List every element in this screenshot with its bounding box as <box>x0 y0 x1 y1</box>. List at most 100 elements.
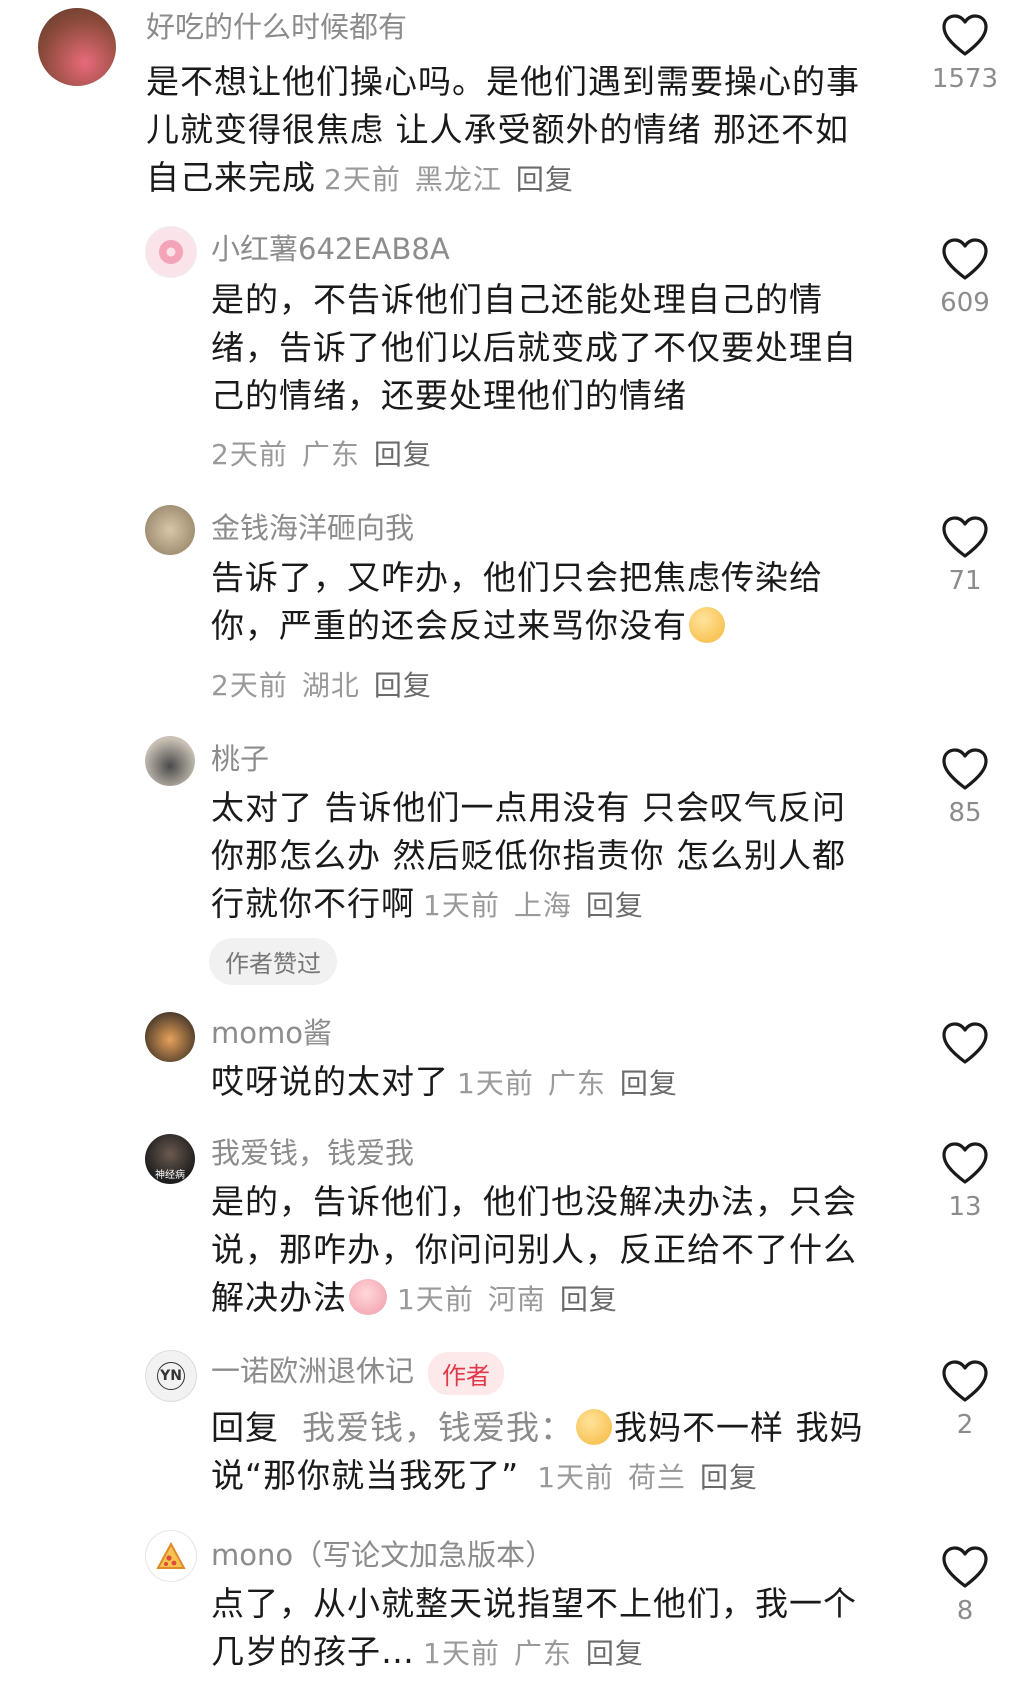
username-text[interactable]: 一诺欧洲退休记 <box>211 1354 414 1388</box>
location: 黑龙江 <box>414 163 502 196</box>
reply-button[interactable]: 回复 <box>586 1637 644 1670</box>
timestamp: 1天前 <box>457 1067 534 1100</box>
reply-target-user[interactable]: 我爱钱，钱爱我： <box>302 1408 574 1447</box>
avatar-logo-text: YN <box>157 1362 185 1390</box>
shocked-face-emoji-icon <box>575 1409 612 1445</box>
comment-text: 哎呀说的太对了 1天前 广东 回复 <box>211 1058 678 1108</box>
username[interactable]: 好吃的什么时候都有 <box>146 4 407 46</box>
avatar[interactable] <box>145 736 195 786</box>
author-liked-badge: 作者赞过 <box>209 938 337 985</box>
username[interactable]: 桃子 <box>211 736 269 778</box>
like-count: 85 <box>948 798 982 828</box>
avatar[interactable] <box>145 505 195 555</box>
comment-line-last: 自己来完成 2天前 黑龙江 回复 <box>146 154 860 204</box>
location: 湖北 <box>301 669 360 702</box>
comment-text: 告诉了，又咋办，他们只会把焦虑传染给 你，严重的还会反过来骂你没有 <box>211 554 823 650</box>
comment-line-text: 几岁的孩子… <box>211 1632 415 1671</box>
like-button[interactable]: 71 <box>930 516 1000 596</box>
pizza-icon <box>156 1541 186 1569</box>
username[interactable]: 小红薯642EAB8A <box>211 226 450 268</box>
comment-line: 点了，从小就整天说指望不上他们，我一个 <box>211 1584 857 1623</box>
comment-line-text: 解决办法 <box>211 1278 347 1317</box>
timestamp: 1天前 <box>537 1461 615 1494</box>
reply-button[interactable]: 回复 <box>374 669 432 702</box>
comment-text: 是的，告诉他们，他们也没解决办法，只会 说，那咋办，你问问别人，反正给不了什么 … <box>211 1178 857 1324</box>
like-button[interactable]: 13 <box>930 1142 1000 1222</box>
comment-line: 说，那咋办，你问问别人，反正给不了什么 <box>211 1230 857 1269</box>
like-button[interactable] <box>930 1022 1000 1066</box>
heart-icon <box>942 238 988 280</box>
reply-button[interactable]: 回复 <box>700 1461 758 1494</box>
comment-line: 太对了 告诉他们一点用没有 只会叹气反问 <box>211 788 846 827</box>
avatar[interactable] <box>145 1012 195 1062</box>
comment-line-last: 解决办法 1天前 河南 回复 <box>211 1274 857 1324</box>
avatar[interactable] <box>38 8 116 86</box>
comment-meta: 2天前 湖北 回复 <box>211 664 432 704</box>
comment-line: 你那怎么办 然后贬低你指责你 怎么别人都 <box>211 836 846 875</box>
comment-line: 是不想让他们操心吗。是他们遇到需要操心的事 <box>146 62 860 101</box>
username[interactable]: 金钱海洋砸向我 <box>211 505 414 547</box>
location: 上海 <box>513 889 572 922</box>
like-button[interactable]: 1573 <box>930 14 1000 94</box>
comment-line-last: 几岁的孩子… 1天前 广东 回复 <box>211 1628 857 1678</box>
comment-line-last: 哎呀说的太对了 1天前 广东 回复 <box>211 1058 678 1108</box>
avatar-caption: 神经病 <box>155 1170 185 1181</box>
avatar[interactable]: YN <box>145 1350 197 1402</box>
reply-button[interactable]: 回复 <box>560 1283 618 1316</box>
comment-text: 是不想让他们操心吗。是他们遇到需要操心的事 儿就变得很焦虑 让人承受额外的情绪 … <box>146 58 860 204</box>
comment-line: 绪，告诉了他们以后就变成了不仅要处理自 <box>211 328 857 367</box>
like-button[interactable]: 8 <box>930 1546 1000 1626</box>
reply-button[interactable]: 回复 <box>586 889 644 922</box>
timestamp: 2天前 <box>324 163 401 196</box>
reply-button[interactable]: 回复 <box>620 1067 678 1100</box>
avatar[interactable] <box>145 1530 197 1582</box>
timestamp: 1天前 <box>397 1283 474 1316</box>
heart-icon <box>942 516 988 558</box>
shocked-face-emoji-icon <box>689 607 725 643</box>
username[interactable]: momo酱 <box>211 1010 332 1052</box>
comment-text: 点了，从小就整天说指望不上他们，我一个 几岁的孩子… 1天前 广东 回复 <box>211 1580 857 1678</box>
username: 一诺欧洲退休记 作者 <box>211 1348 505 1395</box>
username[interactable]: mono（写论文加急版本） <box>211 1532 554 1574</box>
comment-line-last: 说“那你就当我死了” 1天前 荷兰 回复 <box>211 1452 863 1502</box>
like-button[interactable]: 609 <box>930 238 1000 318</box>
comment-line-last: 行就你不行啊 1天前 上海 回复 <box>211 880 846 930</box>
comment-meta: 2天前 广东 回复 <box>211 433 432 473</box>
timestamp: 2天前 <box>211 438 288 471</box>
like-count: 2 <box>956 1410 974 1440</box>
location: 广东 <box>513 1637 572 1670</box>
crying-face-emoji-icon <box>349 1279 387 1315</box>
location: 荷兰 <box>628 1461 687 1494</box>
like-count: 1573 <box>931 64 999 94</box>
like-count: 13 <box>948 1192 982 1222</box>
reply-button[interactable]: 回复 <box>516 163 574 196</box>
comment-line: 是的，不告诉他们自己还能处理自己的情 <box>211 280 823 319</box>
username[interactable]: 我爱钱，钱爱我 <box>211 1130 414 1172</box>
comment-line-text: 哎呀说的太对了 <box>211 1062 449 1101</box>
avatar[interactable]: 神经病 <box>145 1134 195 1184</box>
avatar[interactable] <box>145 226 197 278</box>
like-button[interactable]: 2 <box>930 1360 1000 1440</box>
comment-line-text: 你，严重的还会反过来骂你没有 <box>211 606 687 645</box>
comment-line-text: 自己来完成 <box>146 158 316 197</box>
comment-line: 是的，告诉他们，他们也没解决办法，只会 <box>211 1182 857 1221</box>
like-count: 609 <box>940 288 990 318</box>
like-button[interactable]: 85 <box>930 748 1000 828</box>
heart-icon <box>942 1546 988 1588</box>
heart-icon <box>942 1360 988 1402</box>
heart-icon <box>942 748 988 790</box>
comment-line: 回复 我爱钱，钱爱我： 我妈不一样 我妈 <box>211 1404 863 1452</box>
author-badge: 作者 <box>428 1351 505 1395</box>
timestamp: 2天前 <box>211 669 288 702</box>
heart-icon <box>942 1142 988 1184</box>
location: 广东 <box>547 1067 606 1100</box>
comment-text: 回复 我爱钱，钱爱我： 我妈不一样 我妈 说“那你就当我死了” 1天前 荷兰 回复 <box>211 1404 863 1502</box>
comment-line: 告诉了，又咋办，他们只会把焦虑传染给 <box>211 558 823 597</box>
heart-icon <box>942 14 988 56</box>
comment-line: 儿就变得很焦虑 让人承受额外的情绪 那还不如 <box>146 110 849 149</box>
reply-button[interactable]: 回复 <box>374 438 432 471</box>
reply-prefix: 回复 <box>211 1408 279 1447</box>
comment-line-text: 说“那你就当我死了” <box>211 1456 520 1495</box>
timestamp: 1天前 <box>423 1637 500 1670</box>
location: 河南 <box>487 1283 546 1316</box>
